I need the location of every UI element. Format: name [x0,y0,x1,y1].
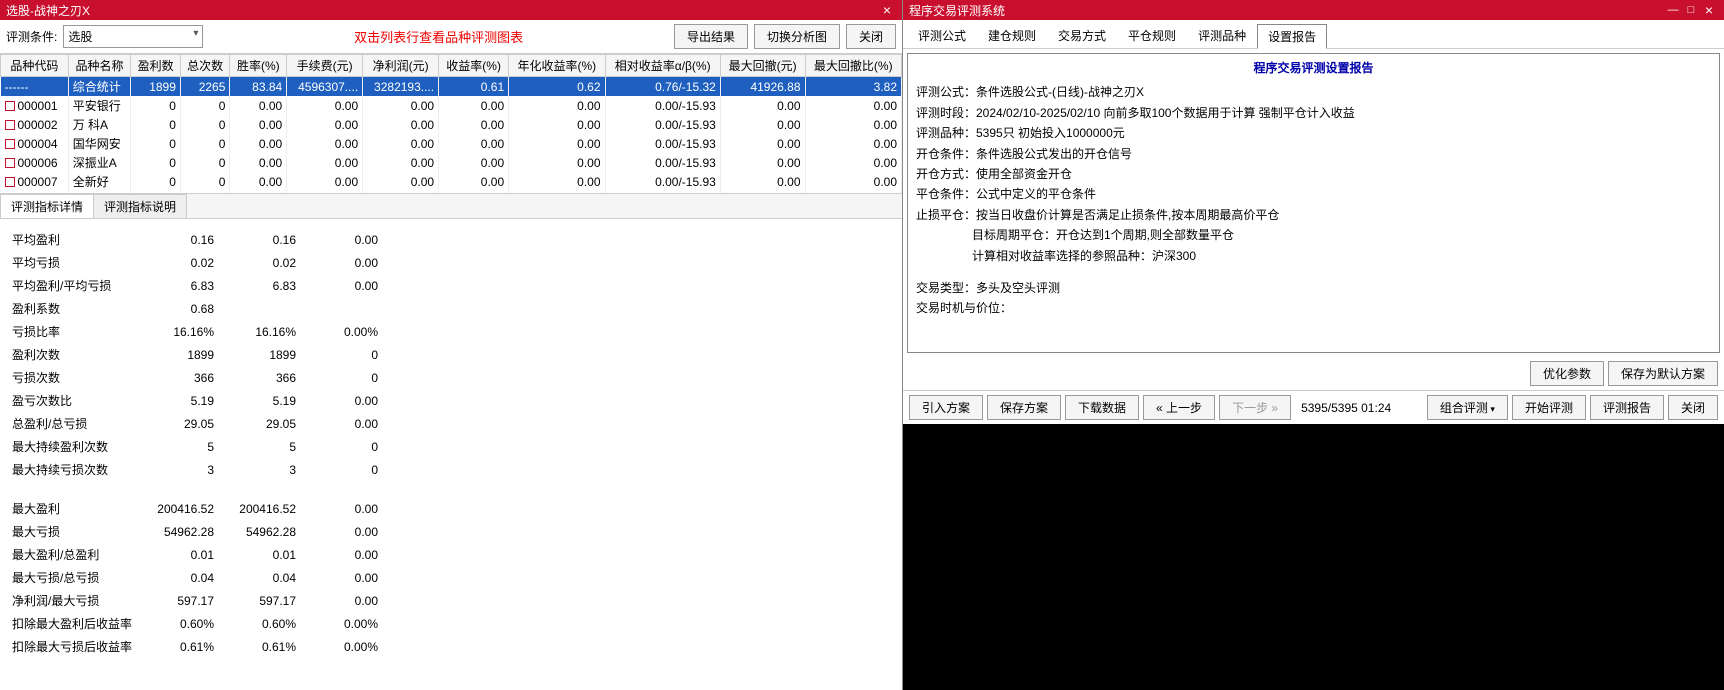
report-line: 交易时机与价位： [916,298,1711,318]
checkbox-icon[interactable] [5,101,15,111]
detail-row: 扣除最大盈利后收益率0.60%0.60%0.00% [8,613,382,634]
tab-1[interactable]: 建仓规则 [977,23,1047,48]
grid-header[interactable]: 年化收益率(%) [509,55,605,77]
left-title: 选股-战神之刃X [6,2,878,19]
result-grid[interactable]: 品种代码品种名称盈利数总次数胜率(%)手续费(元)净利润(元)收益率(%)年化收… [0,54,902,194]
tab-3[interactable]: 平仓规则 [1117,23,1187,48]
tab-explain[interactable]: 评测指标说明 [93,194,187,218]
detail-row: 亏损比率16.16%16.16%0.00% [8,321,382,342]
detail-row: 最大亏损/总亏损0.040.040.00 [8,567,382,588]
grid-header[interactable]: 总次数 [180,55,230,77]
detail-row: 平均亏损0.020.020.00 [8,252,382,273]
save-button[interactable]: 保存方案 [987,395,1061,420]
tab-0[interactable]: 评测公式 [907,23,977,48]
export-button[interactable]: 导出结果 [674,24,748,49]
detail-row: 盈利次数189918990 [8,344,382,365]
tab-5[interactable]: 设置报告 [1257,24,1327,49]
detail-row: 扣除最大亏损后收益率0.61%0.61%0.00% [8,636,382,657]
checkbox-icon[interactable] [5,158,15,168]
checkbox-icon[interactable] [5,120,15,130]
table-row[interactable]: ------综合统计1899226583.844596307....328219… [1,77,902,97]
close-button[interactable]: 关闭 [846,24,896,49]
grid-header[interactable]: 品种代码 [1,55,69,77]
minimize-icon[interactable]: — [1664,4,1682,16]
detail-row: 平均盈利/平均亏损6.836.830.00 [8,275,382,296]
report-line: 交易类型：多头及空头评测 [916,278,1711,298]
grid-header[interactable]: 最大回撤比(%) [805,55,902,77]
grid-header[interactable]: 收益率(%) [439,55,509,77]
table-row[interactable]: 000004国华网安000.000.000.000.000.000.00/-15… [1,134,902,153]
right-controls: 引入方案 保存方案 下载数据 « 上一步 下一步 » 5395/5395 01:… [903,390,1724,424]
tab-2[interactable]: 交易方式 [1047,23,1117,48]
maximize-icon[interactable]: □ [1682,4,1700,16]
optimize-button[interactable]: 优化参数 [1530,361,1604,386]
left-toolbar: 评测条件: 选股 双击列表行查看品种评测图表 导出结果 切换分析图 关闭 [0,20,902,54]
switch-button[interactable]: 切换分析图 [754,24,840,49]
table-row[interactable]: 000007全新好000.000.000.000.000.000.00/-15.… [1,172,902,191]
left-panel: 选股-战神之刃X × 评测条件: 选股 双击列表行查看品种评测图表 导出结果 切… [0,0,903,690]
tab-4[interactable]: 评测品种 [1187,23,1257,48]
report-line: 开仓条件：条件选股公式发出的开仓信号 [916,144,1711,164]
detail-row: 总盈利/总亏损29.0529.050.00 [8,413,382,434]
cond-label: 评测条件: [6,28,57,45]
right-tabs: 评测公式建仓规则交易方式平仓规则评测品种设置报告 [903,20,1724,49]
hint-text: 双击列表行查看品种评测图表 [209,27,668,46]
detail-area: 平均盈利0.160.160.00平均亏损0.020.020.00平均盈利/平均亏… [0,219,902,690]
detail-row: 盈利系数0.68 [8,298,382,319]
grid-header[interactable]: 胜率(%) [230,55,287,77]
next-button[interactable]: 下一步 » [1219,395,1291,420]
detail-row: 盈亏次数比5.195.190.00 [8,390,382,411]
import-button[interactable]: 引入方案 [909,395,983,420]
grid-header[interactable]: 相对收益率α/β(%) [605,55,720,77]
detail-row: 净利润/最大亏损597.17597.170.00 [8,590,382,611]
download-button[interactable]: 下载数据 [1065,395,1139,420]
detail-row: 最大持续盈利次数550 [8,436,382,457]
detail-row: 亏损次数3663660 [8,367,382,388]
report-line: 止损平仓：按当日收盘价计算是否满足止损条件,按本周期最高价平仓 [916,205,1711,225]
report-line: 开仓方式：使用全部资金开仓 [916,164,1711,184]
right-buttons-1: 优化参数 保存为默认方案 [903,357,1724,390]
table-row[interactable]: 000006深振业A000.000.000.000.000.000.00/-15… [1,153,902,172]
grid-header[interactable]: 净利润(元) [363,55,439,77]
report-line: 目标周期平仓：开仓达到1个周期,则全部数量平仓 [916,225,1711,245]
table-row[interactable]: 000002万 科A000.000.000.000.000.000.00/-15… [1,115,902,134]
grid-header[interactable]: 品种名称 [68,55,131,77]
combo-eval-button[interactable]: 组合评测 [1427,395,1508,420]
report-line: 计算相对收益率选择的参照品种：沪深300 [916,246,1711,266]
close-icon[interactable]: × [878,2,896,18]
detail-row: 最大持续亏损次数330 [8,459,382,480]
right-top: 程序交易评测系统 — □ × 评测公式建仓规则交易方式平仓规则评测品种设置报告 … [903,0,1724,424]
right-black-area [903,424,1724,690]
tab-detail[interactable]: 评测指标详情 [0,194,94,218]
prev-button[interactable]: « 上一步 [1143,395,1215,420]
right-title: 程序交易评测系统 [909,2,1664,19]
detail-row: 最大盈利/总盈利0.010.010.00 [8,544,382,565]
report-line: 评测公式：条件选股公式-(日线)-战神之刃X [916,82,1711,102]
progress-status: 5395/5395 01:24 [1295,401,1397,415]
cond-dropdown[interactable]: 选股 [63,25,203,48]
report-line: 评测品种：5395只 初始投入1000000元 [916,123,1711,143]
close-button[interactable]: 关闭 [1668,395,1718,420]
eval-report-button[interactable]: 评测报告 [1590,395,1664,420]
right-panel: 程序交易评测系统 — □ × 评测公式建仓规则交易方式平仓规则评测品种设置报告 … [903,0,1724,690]
detail-row: 最大亏损54962.2854962.280.00 [8,521,382,542]
detail-tabs: 评测指标详情 评测指标说明 [0,194,902,219]
report-title: 程序交易评测设置报告 [916,58,1711,78]
grid-header[interactable]: 最大回撤(元) [720,55,805,77]
close-icon[interactable]: × [1700,2,1718,18]
save-default-button[interactable]: 保存为默认方案 [1608,361,1718,386]
grid-header[interactable]: 手续费(元) [287,55,363,77]
right-title-bar: 程序交易评测系统 — □ × [903,0,1724,20]
detail-row: 平均盈利0.160.160.00 [8,229,382,250]
report-line: 平仓条件：公式中定义的平仓条件 [916,184,1711,204]
start-eval-button[interactable]: 开始评测 [1512,395,1586,420]
left-title-bar: 选股-战神之刃X × [0,0,902,20]
grid-header[interactable]: 盈利数 [131,55,181,77]
report-box: 程序交易评测设置报告 评测公式：条件选股公式-(日线)-战神之刃X评测时段：20… [907,53,1720,353]
detail-row: 最大盈利200416.52200416.520.00 [8,498,382,519]
report-line: 评测时段：2024/02/10-2025/02/10 向前多取100个数据用于计… [916,103,1711,123]
checkbox-icon[interactable] [5,139,15,149]
checkbox-icon[interactable] [5,177,15,187]
table-row[interactable]: 000001平安银行000.000.000.000.000.000.00/-15… [1,96,902,115]
